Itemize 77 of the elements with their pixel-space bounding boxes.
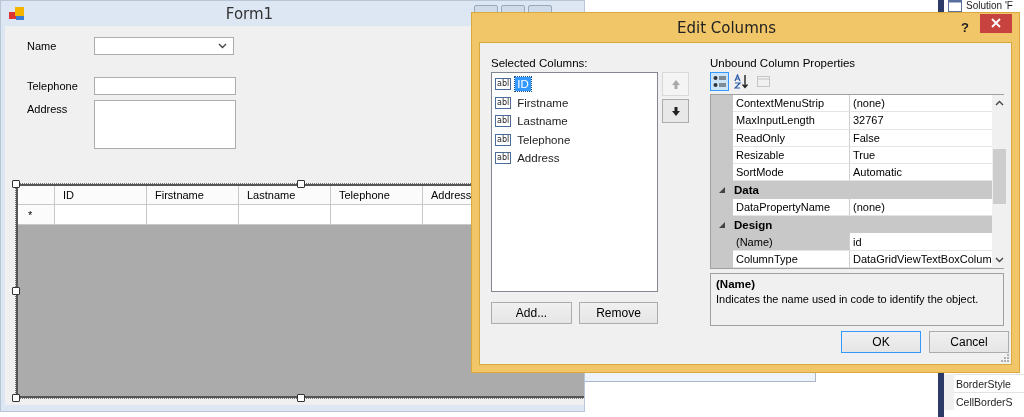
dialog-button[interactable]: OK [841, 331, 921, 353]
section-label: Selected Columns: [491, 57, 589, 71]
toolbar-button[interactable] [710, 72, 729, 91]
categorized-view-icon [712, 74, 727, 89]
resize-handle[interactable] [12, 180, 20, 188]
column-name: ID [515, 77, 531, 92]
category-label: Design [733, 217, 773, 233]
dialog-button[interactable]: Cancel [929, 331, 1009, 353]
toolbar-button[interactable] [732, 72, 751, 91]
column-header[interactable]: Telephone [331, 186, 423, 205]
property-name[interactable]: MaxInputLength [733, 112, 850, 130]
close-button[interactable] [980, 13, 1012, 33]
chevron-up-icon[interactable] [994, 100, 1004, 106]
column-header[interactable]: Firstname [147, 186, 239, 205]
property-value[interactable]: Automatic [850, 164, 992, 182]
category-label: Data [733, 183, 759, 199]
description-text: Indicates the name used in code to identify the object. [716, 293, 980, 305]
sort-alphabetical-icon [734, 74, 749, 89]
row-header-cell: * [18, 205, 55, 225]
dropdown-field[interactable] [94, 37, 234, 55]
property-value[interactable]: (none) [850, 95, 992, 113]
expander-icon[interactable] [719, 221, 725, 228]
textbox-column-icon: abl [495, 78, 512, 91]
row-header-cell [18, 186, 55, 205]
list-item[interactable]: abl Address [492, 149, 657, 168]
textbox-column-icon: abl [495, 96, 512, 109]
property-name[interactable]: ContextMenuStrip [733, 95, 850, 113]
property-value[interactable]: id [850, 233, 992, 251]
column-name: Firstname [516, 95, 570, 110]
property-pages-icon [756, 74, 771, 89]
dialog-button[interactable]: Remove [579, 302, 658, 324]
field-label: Address [27, 102, 69, 115]
list-item[interactable]: abl Telephone [492, 130, 657, 149]
list-item[interactable]: abl Firstname [492, 93, 657, 112]
column-header[interactable]: Lastname [239, 186, 331, 205]
textbox-column-icon: abl [495, 115, 512, 128]
table-cell[interactable] [239, 205, 331, 225]
expander-icon[interactable] [719, 187, 725, 194]
table-cell[interactable] [55, 205, 147, 225]
chevron-down-icon [218, 43, 227, 49]
arrow-down-icon [670, 105, 681, 117]
close-icon [991, 18, 1001, 28]
window-title: Edit Columns [676, 18, 778, 37]
resize-grip-icon[interactable] [1001, 354, 1009, 362]
table-cell[interactable] [331, 205, 423, 225]
list-item[interactable]: abl Lastname [492, 112, 657, 131]
window-title: Form1 [224, 4, 275, 23]
resize-handle[interactable] [12, 287, 20, 295]
move-down-button[interactable] [662, 99, 689, 123]
form-icon [9, 6, 25, 21]
resize-handle[interactable] [12, 394, 20, 402]
help-button[interactable]: ? [961, 20, 969, 35]
textbox-column-icon: abl [495, 133, 512, 146]
resize-handle[interactable] [297, 394, 305, 402]
textbox-column-icon: abl [495, 152, 512, 165]
dialog-button[interactable]: Add... [491, 302, 572, 324]
list-item[interactable]: abl ID [492, 75, 657, 94]
property-name[interactable]: (Name) [733, 233, 850, 251]
table-cell[interactable] [147, 205, 239, 225]
property-name: BorderStyle [956, 377, 1011, 390]
description-title: (Name) [716, 278, 756, 290]
arrow-up-icon [670, 78, 681, 90]
panel-title: Solution 'F [966, 0, 1013, 11]
chevron-down-icon[interactable] [994, 257, 1004, 263]
property-value[interactable]: 32767 [850, 112, 992, 130]
field-label: Name [27, 40, 58, 52]
field-label: Telephone [27, 79, 79, 92]
text-field[interactable] [94, 76, 236, 95]
scrollbar-thumb[interactable] [992, 149, 1006, 204]
column-name: Telephone [516, 132, 572, 147]
column-header[interactable]: ID [55, 186, 147, 205]
section-label: Unbound Column Properties [710, 57, 857, 71]
property-name[interactable]: SortMode [733, 164, 850, 182]
resize-handle[interactable] [297, 180, 305, 188]
column-name: Address [516, 151, 561, 166]
column-name: Lastname [516, 114, 569, 129]
property-name: CellBorderS [956, 395, 1013, 408]
